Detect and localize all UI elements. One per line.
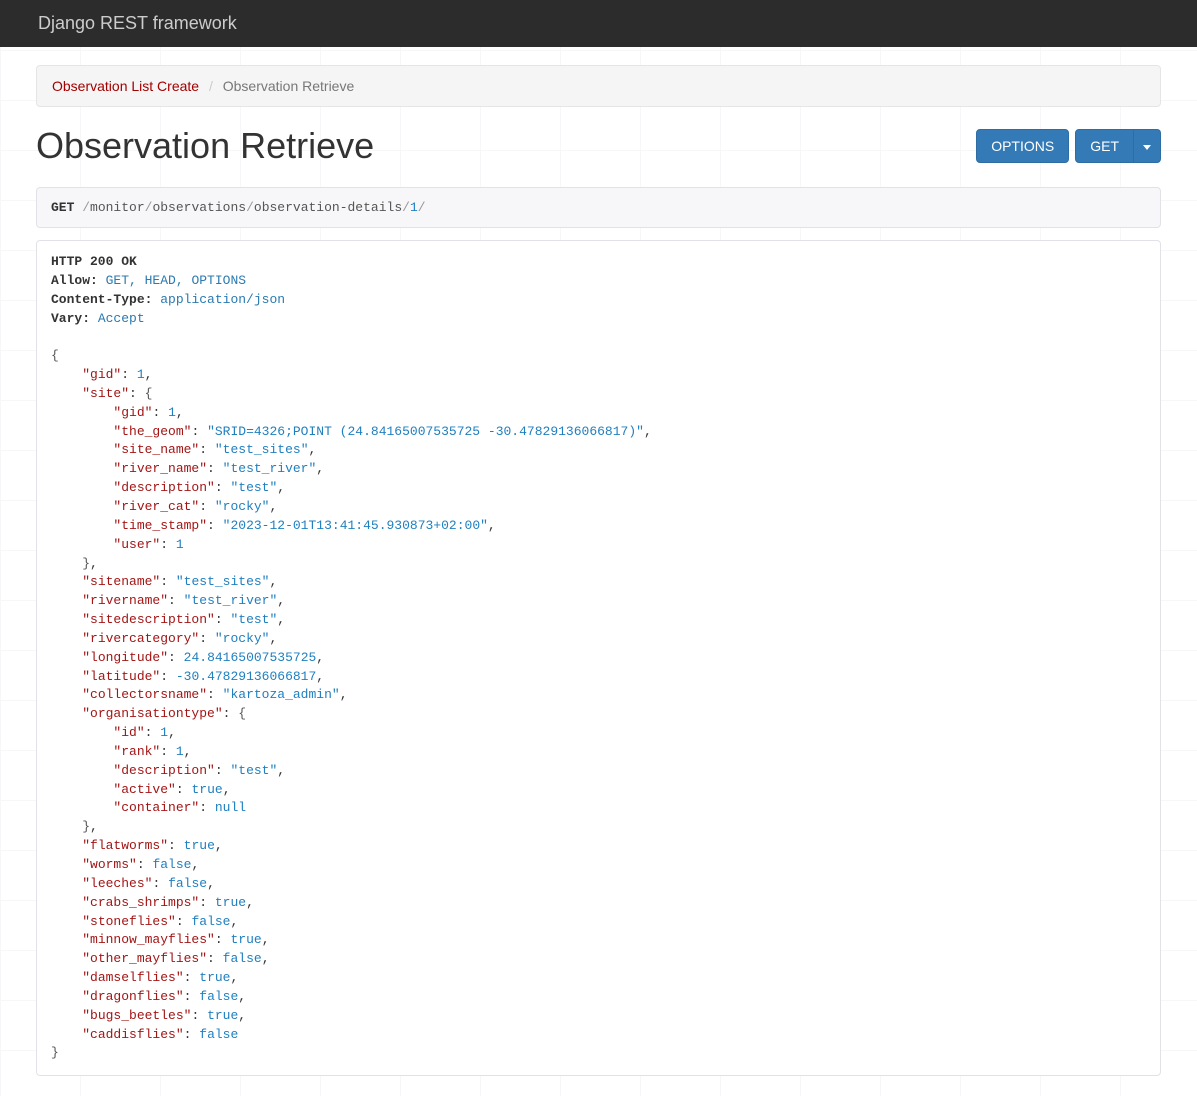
request-line: GET /monitor/observations/observation-de… — [36, 187, 1161, 228]
request-path: /monitor/observations/observation-detail… — [82, 200, 425, 215]
navbar-brand[interactable]: Django REST framework — [38, 13, 237, 33]
breadcrumb-separator: / — [209, 78, 213, 94]
chevron-down-icon — [1143, 145, 1151, 150]
response-headers: Allow: GET, HEAD, OPTIONS Content-Type: … — [51, 273, 285, 326]
breadcrumb-current: Observation Retrieve — [223, 78, 355, 94]
request-method: GET — [51, 200, 74, 215]
breadcrumb: Observation List Create / Observation Re… — [36, 65, 1161, 107]
status-line: HTTP 200 OK — [51, 254, 137, 269]
response-body: { "gid": 1, "site": { "gid": 1, "the_geo… — [51, 348, 652, 1060]
navbar: Django REST framework — [0, 0, 1197, 47]
page-title: Observation Retrieve — [36, 125, 374, 167]
get-button[interactable]: GET — [1075, 129, 1134, 163]
action-buttons: OPTIONS GET — [976, 129, 1161, 163]
options-button[interactable]: OPTIONS — [976, 129, 1069, 163]
response-block: HTTP 200 OK Allow: GET, HEAD, OPTIONS Co… — [36, 240, 1161, 1076]
breadcrumb-parent[interactable]: Observation List Create — [52, 78, 199, 94]
get-dropdown-toggle[interactable] — [1134, 129, 1161, 163]
